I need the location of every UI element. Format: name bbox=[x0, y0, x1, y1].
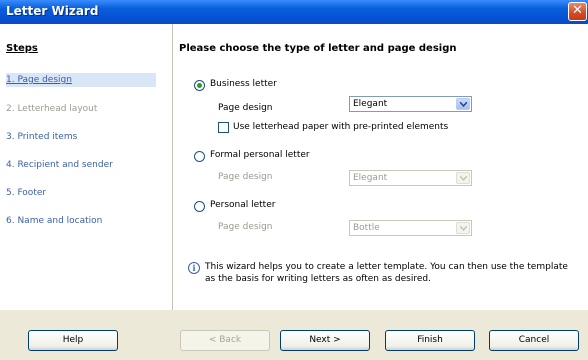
letterhead-checkbox-label[interactable]: Use letterhead paper with pre-printed el… bbox=[233, 122, 448, 132]
title-bar[interactable]: Letter Wizard ✕ bbox=[0, 0, 588, 24]
info-icon: i bbox=[188, 262, 200, 274]
help-button[interactable]: Help bbox=[28, 330, 118, 351]
business-letter-label[interactable]: Business letter bbox=[210, 79, 277, 89]
personal-letter-label[interactable]: Personal letter bbox=[210, 200, 275, 210]
personal-letter-radio[interactable] bbox=[194, 201, 205, 212]
business-page-design-value: Elegant bbox=[353, 99, 388, 109]
sidebar-item-name-location[interactable]: 6. Name and location bbox=[6, 214, 156, 228]
sidebar-item-recipient-sender[interactable]: 4. Recipient and sender bbox=[6, 158, 156, 172]
letterhead-checkbox[interactable] bbox=[218, 122, 229, 133]
personal-page-design-select: Bottle bbox=[349, 220, 472, 236]
personal-page-design-label: Page design bbox=[218, 222, 273, 232]
formal-personal-letter-radio[interactable] bbox=[194, 151, 205, 162]
business-letter-radio[interactable] bbox=[194, 80, 205, 91]
formal-page-design-select: Elegant bbox=[349, 170, 472, 186]
formal-page-design-label: Page design bbox=[218, 172, 273, 182]
chevron-down-icon[interactable] bbox=[456, 98, 470, 110]
info-text: This wizard helps you to create a letter… bbox=[205, 262, 568, 284]
page-heading: Please choose the type of letter and pag… bbox=[179, 43, 457, 54]
steps-sidebar: Steps 1. Page design 2. Letterhead layou… bbox=[0, 24, 173, 310]
back-button[interactable]: < Back bbox=[180, 330, 270, 351]
steps-title: Steps bbox=[6, 43, 38, 54]
sidebar-item-letterhead-layout[interactable]: 2. Letterhead layout bbox=[6, 102, 156, 116]
finish-button[interactable]: Finish bbox=[385, 330, 475, 351]
chevron-down-icon bbox=[456, 172, 470, 184]
window-title: Letter Wizard bbox=[6, 4, 99, 18]
formal-page-design-value: Elegant bbox=[353, 173, 388, 183]
formal-personal-letter-label[interactable]: Formal personal letter bbox=[210, 150, 310, 160]
radio-selected-dot bbox=[197, 83, 202, 88]
chevron-down-icon bbox=[456, 222, 470, 234]
wizard-content: Please choose the type of letter and pag… bbox=[173, 24, 588, 310]
business-page-design-label: Page design bbox=[218, 103, 273, 113]
sidebar-item-printed-items[interactable]: 3. Printed items bbox=[6, 130, 156, 144]
sidebar-item-footer[interactable]: 5. Footer bbox=[6, 186, 156, 200]
sidebar-item-page-design[interactable]: 1. Page design bbox=[6, 73, 156, 87]
next-button[interactable]: Next > bbox=[280, 330, 370, 351]
close-button[interactable]: ✕ bbox=[568, 2, 587, 21]
letter-wizard-window: Letter Wizard ✕ Steps 1. Page design 2. … bbox=[0, 0, 588, 360]
personal-page-design-value: Bottle bbox=[353, 223, 380, 233]
cancel-button[interactable]: Cancel bbox=[489, 330, 579, 351]
business-page-design-select[interactable]: Elegant bbox=[349, 96, 472, 112]
